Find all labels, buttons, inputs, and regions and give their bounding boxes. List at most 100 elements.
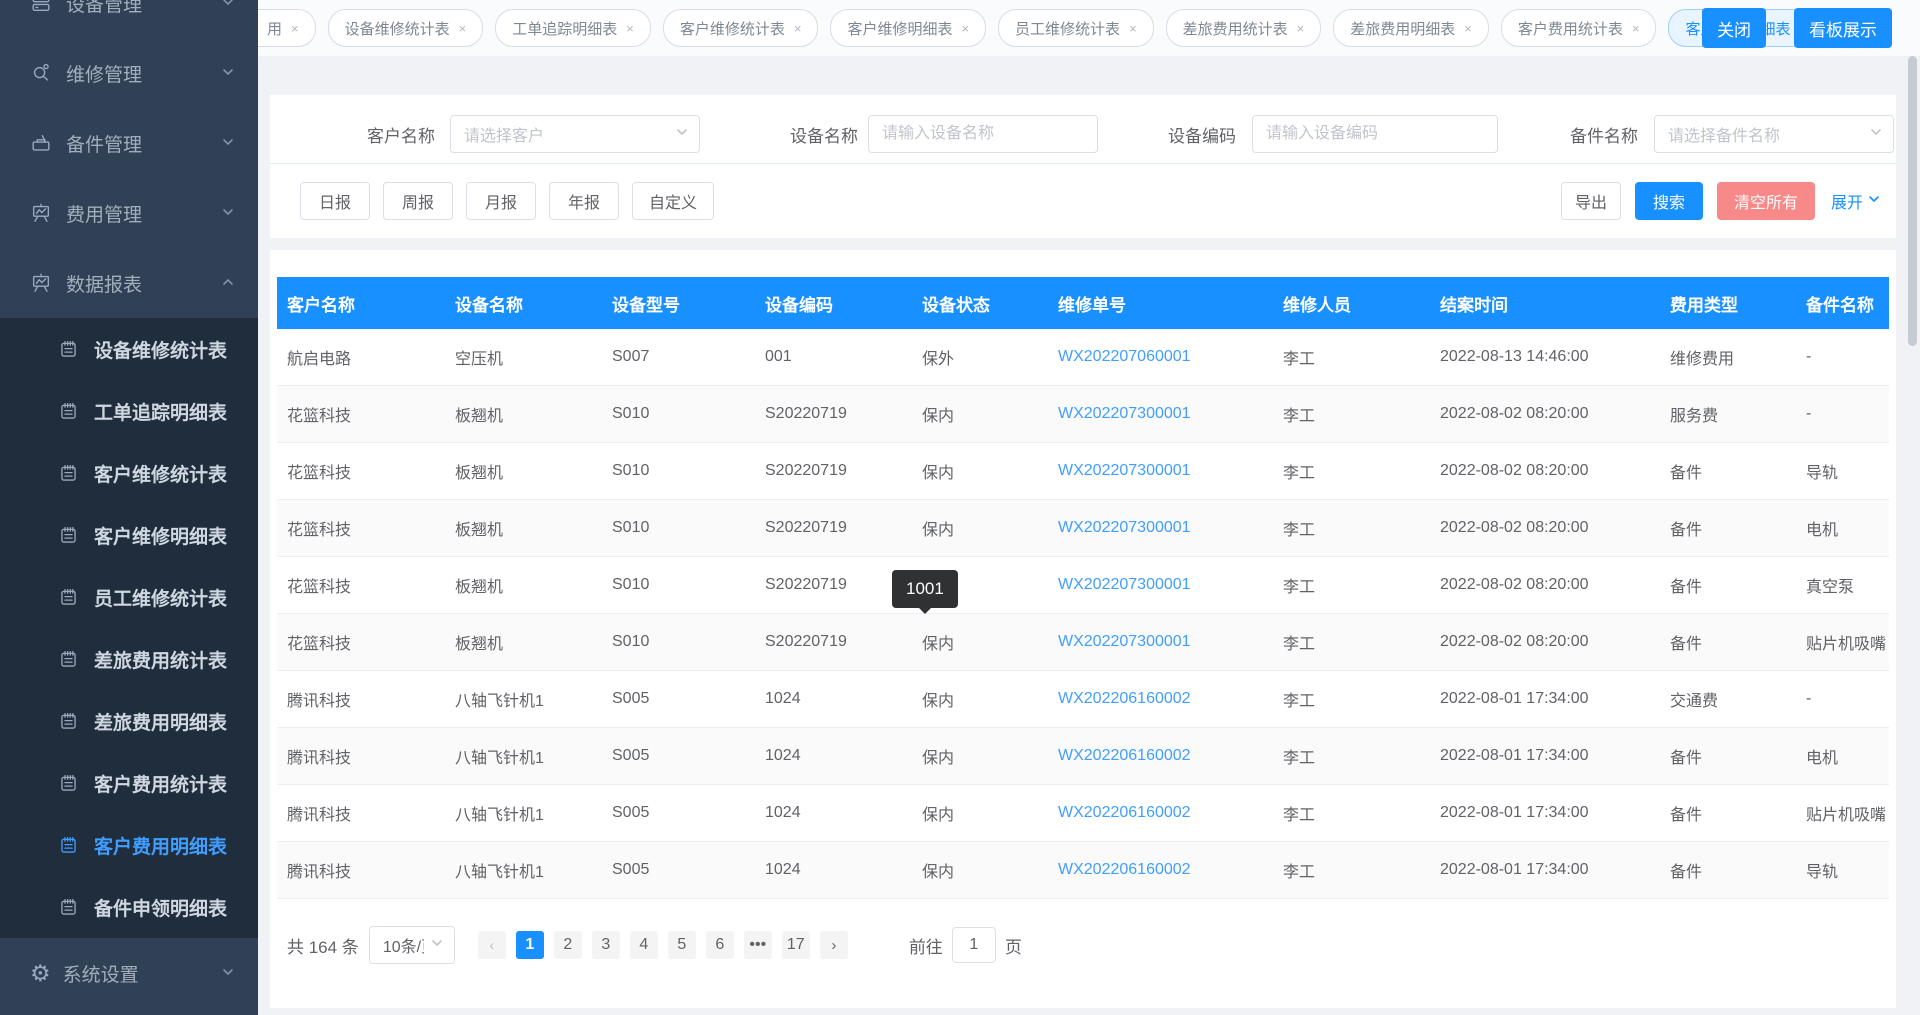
submenu-item-label: 客户维修统计表 xyxy=(94,460,227,487)
period-button-1[interactable]: 周报 xyxy=(383,182,453,220)
export-button[interactable]: 导出 xyxy=(1561,182,1621,220)
close-tab-icon[interactable]: × xyxy=(1464,21,1472,36)
table-cell: 李工 xyxy=(1273,516,1430,540)
page-button-6[interactable]: 6 xyxy=(706,931,734,959)
table-cell: WX202207060001 xyxy=(1048,348,1273,366)
table-cell: 1024 xyxy=(755,861,912,879)
table-cell: - xyxy=(1796,348,1889,366)
sidebar-menu: 设备管理维修管理备件管理费用管理数据报表 设备维修统计表工单追踪明细表客户维修统… xyxy=(0,0,258,1008)
submenu-item-2[interactable]: 客户维修统计表 xyxy=(0,442,258,504)
page-size-select[interactable]: 10条/页 xyxy=(369,926,455,964)
clear-all-button[interactable]: 清空所有 xyxy=(1717,182,1815,220)
repair-order-link[interactable]: WX202207300001 xyxy=(1058,576,1191,593)
table-cell: 保外 xyxy=(912,345,1048,369)
tab-item-partial[interactable]: 用× xyxy=(258,9,316,47)
table-row-1: 花篮科技板翘机S010S20220719保内WX202207300001李工20… xyxy=(277,386,1889,443)
page-button-1[interactable]: 1 xyxy=(516,931,544,959)
search-button[interactable]: 搜索 xyxy=(1635,182,1703,220)
table-header-row: 客户名称设备名称设备型号设备编码设备状态维修单号维修人员结案时间费用类型备件名称 xyxy=(277,277,1889,329)
tab-item-6[interactable]: 差旅费用明细表× xyxy=(1333,9,1489,47)
table-cell: 保内 xyxy=(912,744,1048,768)
sidebar-item-0[interactable]: 设备管理 xyxy=(0,0,258,38)
table-cell: 李工 xyxy=(1273,687,1430,711)
page-button-4[interactable]: 4 xyxy=(630,931,658,959)
sidebar-item-1[interactable]: 维修管理 xyxy=(0,38,258,108)
page-button-3[interactable]: 3 xyxy=(592,931,620,959)
table-cell: - xyxy=(1796,690,1889,708)
tab-item-1[interactable]: 工单追踪明细表× xyxy=(495,9,651,47)
tab-item-0[interactable]: 设备维修统计表× xyxy=(328,9,484,47)
note-icon xyxy=(58,773,79,794)
table-cell: 电机 xyxy=(1796,516,1889,540)
close-tab-icon[interactable]: × xyxy=(961,21,969,36)
repair-order-link[interactable]: WX202207300001 xyxy=(1058,462,1191,479)
page-scrollbar-thumb[interactable] xyxy=(1908,56,1917,346)
submenu-item-6[interactable]: 差旅费用明细表 xyxy=(0,690,258,752)
table-cell: 李工 xyxy=(1273,573,1430,597)
device-name-input[interactable] xyxy=(868,115,1098,153)
submenu-item-7[interactable]: 客户费用统计表 xyxy=(0,752,258,814)
close-tab-icon[interactable]: × xyxy=(459,21,467,36)
table-header-cell: 客户名称 xyxy=(277,291,445,316)
submenu-item-3[interactable]: 客户维修明细表 xyxy=(0,504,258,566)
table-cell: S010 xyxy=(602,576,755,594)
submenu-item-9[interactable]: 备件申领明细表 xyxy=(0,876,258,938)
close-tab-icon[interactable]: × xyxy=(1129,21,1137,36)
tab-item-3[interactable]: 客户维修明细表× xyxy=(830,9,986,47)
table-cell: 花篮科技 xyxy=(277,516,445,540)
sidebar-item-4[interactable]: 数据报表 xyxy=(0,248,258,318)
board-display-button[interactable]: 看板展示 xyxy=(1794,8,1892,48)
note-icon xyxy=(58,339,79,360)
repair-order-link[interactable]: WX202206160002 xyxy=(1058,747,1191,764)
period-button-4[interactable]: 自定义 xyxy=(632,182,714,220)
expand-toggle[interactable]: 展开 xyxy=(1831,189,1880,213)
page-button-5[interactable]: 5 xyxy=(668,931,696,959)
repair-order-link[interactable]: WX202207300001 xyxy=(1058,633,1191,650)
submenu-item-8[interactable]: 客户费用明细表 xyxy=(0,814,258,876)
submenu-item-5[interactable]: 差旅费用统计表 xyxy=(0,628,258,690)
table-cell: 备件 xyxy=(1660,516,1796,540)
table-row-2: 花篮科技板翘机S010S20220719保内WX202207300001李工20… xyxy=(277,443,1889,500)
close-tab-icon[interactable]: × xyxy=(794,21,802,36)
tab-item-2[interactable]: 客户维修统计表× xyxy=(663,9,819,47)
more-pages-button[interactable]: ••• xyxy=(744,931,772,959)
part-name-select[interactable]: 请选择备件名称 xyxy=(1654,115,1894,153)
repair-order-link[interactable]: WX202207300001 xyxy=(1058,405,1191,422)
close-button[interactable]: 关闭 xyxy=(1702,8,1766,48)
table-cell: 维修费用 xyxy=(1660,345,1796,369)
close-tab-icon[interactable]: × xyxy=(1297,21,1305,36)
repair-order-link[interactable]: WX202206160002 xyxy=(1058,861,1191,878)
sidebar-item-settings[interactable]: ⚙ 系统设置 xyxy=(0,938,258,1008)
repair-order-link[interactable]: WX202206160002 xyxy=(1058,690,1191,707)
goto-page-input[interactable] xyxy=(952,927,996,963)
submenu-item-4[interactable]: 员工维修统计表 xyxy=(0,566,258,628)
next-page-button[interactable]: › xyxy=(820,931,848,959)
close-tab-icon[interactable]: × xyxy=(626,21,634,36)
page-button-2[interactable]: 2 xyxy=(554,931,582,959)
table-cell: S010 xyxy=(602,405,755,423)
submenu-item-1[interactable]: 工单追踪明细表 xyxy=(0,380,258,442)
goto-page-label: 前往 xyxy=(909,933,943,958)
customer-select[interactable]: 请选择客户 xyxy=(450,115,700,153)
page-size-value: 10条/页 xyxy=(383,933,424,957)
period-button-2[interactable]: 月报 xyxy=(466,182,536,220)
period-button-3[interactable]: 年报 xyxy=(549,182,619,220)
close-tab-icon[interactable]: × xyxy=(291,21,299,36)
sidebar-item-3[interactable]: 费用管理 xyxy=(0,178,258,248)
device-code-input[interactable] xyxy=(1252,115,1498,153)
table-cell: WX202206160002 xyxy=(1048,690,1273,708)
repair-order-link[interactable]: WX202206160002 xyxy=(1058,804,1191,821)
note-icon xyxy=(58,525,79,546)
page-button-17[interactable]: 17 xyxy=(782,931,810,959)
prev-page-button[interactable]: ‹ xyxy=(478,931,506,959)
table-cell: 李工 xyxy=(1273,630,1430,654)
period-button-0[interactable]: 日报 xyxy=(300,182,370,220)
sidebar-item-2[interactable]: 备件管理 xyxy=(0,108,258,178)
repair-order-link[interactable]: WX202207060001 xyxy=(1058,348,1191,365)
tab-item-7[interactable]: 客户费用统计表× xyxy=(1501,9,1657,47)
tab-item-5[interactable]: 差旅费用统计表× xyxy=(1166,9,1322,47)
repair-order-link[interactable]: WX202207300001 xyxy=(1058,519,1191,536)
submenu-item-0[interactable]: 设备维修统计表 xyxy=(0,318,258,380)
close-tab-icon[interactable]: × xyxy=(1632,21,1640,36)
tab-item-4[interactable]: 员工维修统计表× xyxy=(998,9,1154,47)
